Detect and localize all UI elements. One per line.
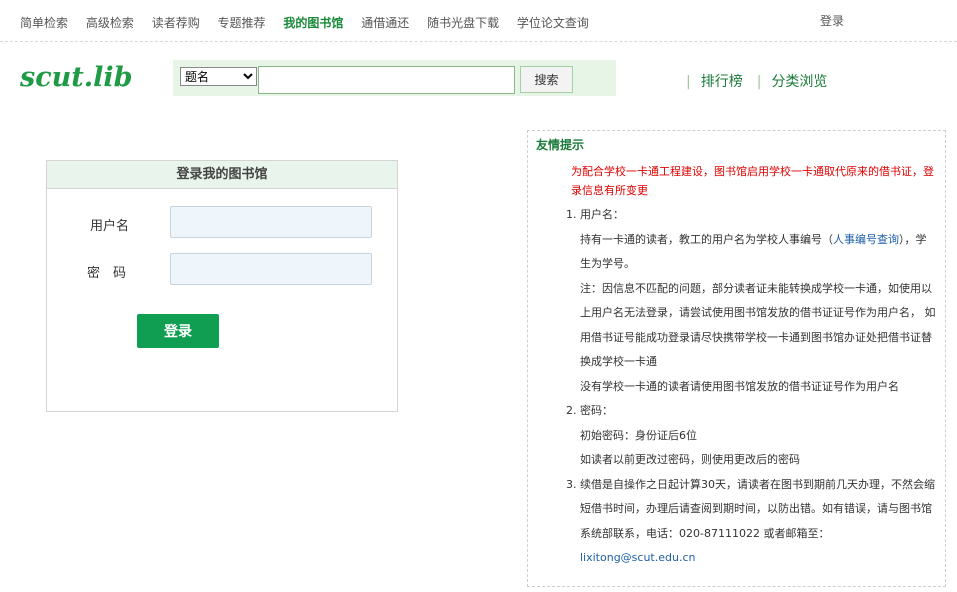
search-input[interactable] [258, 66, 515, 94]
login-panel-title: 登录我的图书馆 [47, 161, 397, 189]
tips-text: 续借是自操作之日起计算30天，请读者在图书到期前几天办理，不然会缩短借书时间，办… [580, 477, 935, 540]
password-input[interactable] [170, 253, 372, 285]
tips-list: 用户名： 持有一卡通的读者，教工的用户名为学校人事编号（人事编号查询），学生为学… [580, 203, 937, 571]
category-browse-link[interactable]: 分类浏览 [771, 74, 827, 90]
nav-my-library[interactable]: 我的图书馆 [283, 16, 343, 30]
tips-panel: 友情提示 为配合学校一卡通工程建设，图书馆启用学校一卡通取代原来的借书证，登录信… [527, 130, 946, 587]
tips-notice: 为配合学校一卡通工程建设，图书馆启用学校一卡通取代原来的借书证，登录信息有所变更 [571, 165, 934, 197]
tips-paragraph: 持有一卡通的读者，教工的用户名为学校人事编号（人事编号查询），学生为学号。 [580, 228, 937, 277]
password-label: 密 码 [87, 266, 127, 281]
nav-cd-download[interactable]: 随书光盘下载 [427, 16, 499, 30]
username-input[interactable] [170, 206, 372, 238]
top-nav-items: 简单检索 高级检索 读者荐购 专题推荐 我的图书馆 通借通还 随书光盘下载 学位… [20, 14, 603, 31]
nav-reader-recommend[interactable]: 读者荐购 [152, 16, 200, 30]
username-label: 用户名 [90, 219, 130, 234]
top-nav: 简单检索 高级检索 读者荐购 专题推荐 我的图书馆 通借通还 随书光盘下载 学位… [0, 0, 957, 42]
tips-item-password: 密码： 初始密码：身份证后6位 如读者以前更改过密码，则使用更改后的密码 [580, 399, 937, 473]
nav-simple-search[interactable]: 简单检索 [20, 16, 68, 30]
tips-item-username: 用户名： 持有一卡通的读者，教工的用户名为学校人事编号（人事编号查询），学生为学… [580, 203, 937, 399]
login-panel: 登录我的图书馆 用户名 密 码 登录 [46, 160, 398, 412]
tips-title: 友情提示 [536, 138, 585, 152]
divider: | [686, 74, 691, 90]
site-logo[interactable]: scut.lib [20, 62, 133, 93]
staff-id-lookup-link[interactable]: 人事编号查询 [833, 233, 899, 246]
tips-paragraph: lixitong@scut.edu.cn [580, 546, 937, 571]
ranking-link[interactable]: 排行榜 [701, 74, 743, 90]
search-bar: 题名 搜索 [173, 60, 616, 96]
tips-paragraph: 初始密码：身份证后6位 [580, 428, 697, 442]
nav-advanced-search[interactable]: 高级检索 [86, 16, 134, 30]
nav-thesis-search[interactable]: 学位论文查询 [517, 16, 589, 30]
search-button[interactable]: 搜索 [520, 66, 573, 93]
nav-interlibrary-loan[interactable]: 通借通还 [361, 16, 409, 30]
quick-links: | 排行榜 | 分类浏览 [686, 71, 841, 91]
support-email-link[interactable]: lixitong@scut.edu.cn [580, 551, 695, 564]
tips-item-title: 密码： [580, 404, 613, 417]
login-link[interactable]: 登录 [820, 12, 844, 29]
tips-paragraph: 如读者以前更改过密码，则使用更改后的密码 [580, 453, 800, 466]
tips-paragraph: 注：因信息不匹配的问题，部分读者证未能转换成学校一卡通，如使用以上用户名无法登录… [580, 281, 936, 369]
search-field-select[interactable]: 题名 [180, 67, 257, 86]
divider: | [756, 74, 762, 90]
nav-topic-recommend[interactable]: 专题推荐 [218, 16, 266, 30]
tips-item-renewal: 续借是自操作之日起计算30天，请读者在图书到期前几天办理，不然会缩短借书时间，办… [580, 473, 937, 571]
tips-text: 持有一卡通的读者，教工的用户名为学校人事编号（ [580, 232, 833, 246]
login-submit-button[interactable]: 登录 [137, 314, 219, 348]
tips-item-title: 用户名： [580, 208, 624, 221]
tips-paragraph: 没有学校一卡通的读者请使用图书馆发放的借书证证号作为用户名 [580, 379, 899, 393]
